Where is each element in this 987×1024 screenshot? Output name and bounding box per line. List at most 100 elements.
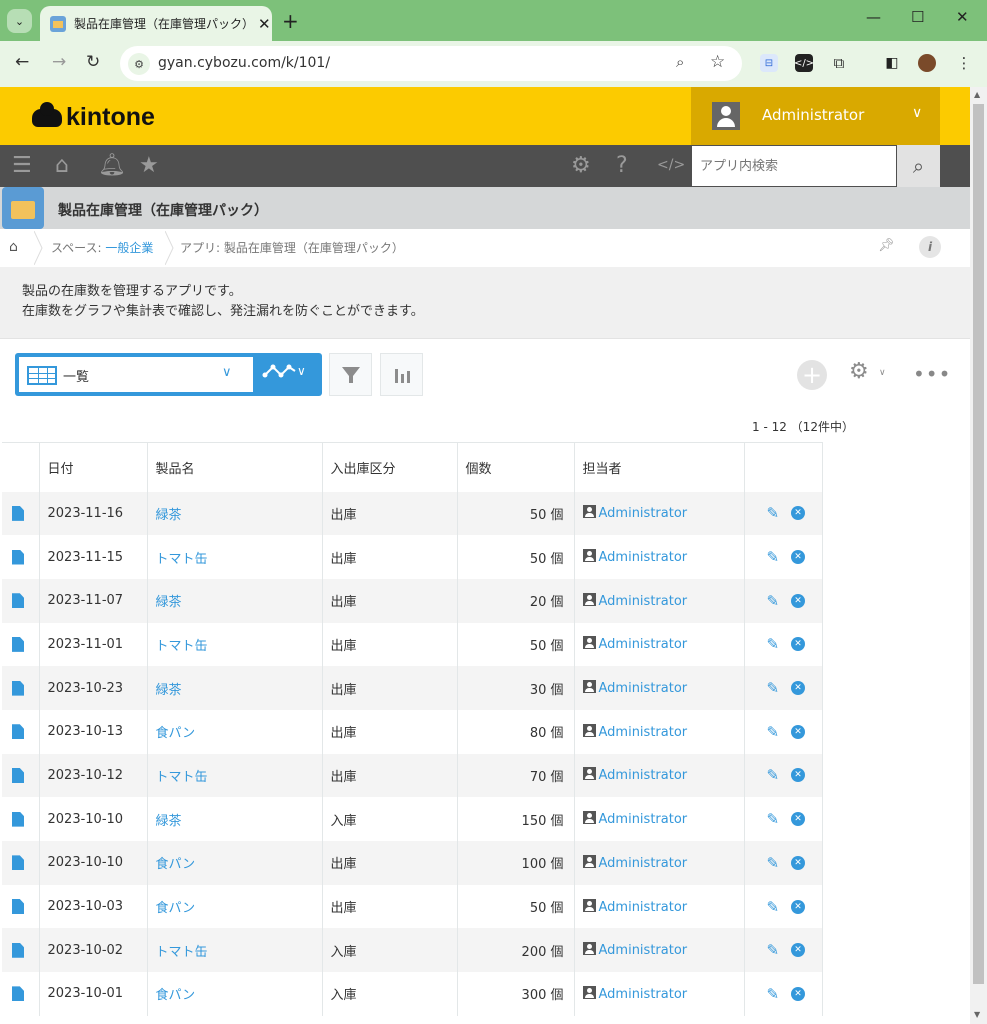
browser-menu-icon[interactable]: ⋮ (955, 54, 973, 72)
info-icon[interactable]: i (919, 236, 941, 258)
maximize-button[interactable]: ☐ (911, 8, 924, 26)
assignee-link[interactable]: Administrator (599, 812, 688, 827)
delete-icon[interactable]: ✕ (791, 724, 806, 739)
menu-icon[interactable]: ☰ (12, 153, 32, 178)
favorites-star-icon[interactable]: ★ (139, 153, 159, 178)
delete-icon[interactable]: ✕ (791, 899, 806, 914)
assignee-link[interactable]: Administrator (599, 987, 688, 1002)
notification-bell-icon[interactable]: 🔔︎ (98, 153, 126, 178)
delete-icon[interactable]: ✕ (791, 593, 806, 608)
address-bar[interactable]: ⚙ gyan.cybozu.com/k/101/ ⌕ ☆ (120, 46, 742, 81)
product-link[interactable]: 食パン (156, 726, 196, 741)
delete-icon[interactable]: ✕ (791, 812, 806, 827)
edit-pencil-icon[interactable]: ✎ (767, 592, 780, 610)
user-menu[interactable]: Administrator ∨ (691, 87, 940, 145)
graph-icon[interactable] (262, 361, 298, 386)
more-options-icon[interactable]: ••• (913, 362, 951, 386)
graph-chevron-down-icon[interactable]: ∨ (297, 364, 306, 378)
record-detail-icon[interactable] (12, 855, 24, 871)
assignee-link[interactable]: Administrator (599, 681, 688, 696)
delete-icon[interactable]: ✕ (791, 943, 806, 958)
app-search-input[interactable] (692, 146, 882, 186)
settings-chevron-down-icon[interactable]: ∨ (879, 368, 886, 378)
record-detail-icon[interactable] (12, 899, 24, 915)
close-window-button[interactable]: ✕ (956, 8, 969, 26)
product-link[interactable]: トマト缶 (156, 945, 208, 960)
edit-pencil-icon[interactable]: ✎ (767, 941, 780, 959)
delete-icon[interactable]: ✕ (791, 855, 806, 870)
assignee-link[interactable]: Administrator (599, 637, 688, 652)
assignee-link[interactable]: Administrator (599, 900, 688, 915)
pin-icon[interactable]: 📌︎ (878, 238, 895, 253)
header-assignee[interactable]: 担当者 (573, 442, 744, 492)
delete-icon[interactable]: ✕ (791, 550, 806, 565)
record-detail-icon[interactable] (12, 986, 24, 1002)
edit-pencil-icon[interactable]: ✎ (767, 679, 780, 697)
product-link[interactable]: 緑茶 (156, 508, 182, 523)
view-dropdown[interactable]: 一覧 ∨ (19, 357, 253, 392)
edit-pencil-icon[interactable]: ✎ (767, 810, 780, 828)
header-type[interactable]: 入出庫区分 (321, 442, 457, 492)
delete-icon[interactable]: ✕ (791, 986, 806, 1001)
side-panel-icon[interactable]: ◧ (883, 54, 901, 72)
edit-pencil-icon[interactable]: ✎ (767, 635, 780, 653)
new-tab-button[interactable]: + (282, 9, 299, 33)
filter-button[interactable] (329, 353, 372, 396)
edit-pencil-icon[interactable]: ✎ (767, 723, 780, 741)
product-link[interactable]: 食パン (156, 988, 196, 1003)
api-code-icon[interactable]: </> (657, 157, 685, 173)
record-detail-icon[interactable] (12, 593, 24, 609)
app-settings-gear-icon[interactable]: ⚙ (849, 359, 869, 384)
delete-icon[interactable]: ✕ (791, 637, 806, 652)
scrollbar-thumb[interactable] (973, 104, 984, 984)
header-quantity[interactable]: 個数 (456, 442, 574, 492)
product-link[interactable]: トマト缶 (156, 770, 208, 785)
product-link[interactable]: 緑茶 (156, 814, 182, 829)
edit-pencil-icon[interactable]: ✎ (767, 985, 780, 1003)
record-detail-icon[interactable] (12, 636, 24, 652)
scroll-down-arrow-icon[interactable]: ▼ (974, 1010, 980, 1019)
record-detail-icon[interactable] (12, 942, 24, 958)
header-product[interactable]: 製品名 (146, 442, 322, 492)
minimize-button[interactable]: — (866, 8, 881, 26)
chart-button[interactable] (380, 353, 423, 396)
record-detail-icon[interactable] (12, 811, 24, 827)
header-date[interactable]: 日付 (38, 442, 147, 492)
kintone-logo[interactable]: kintone (32, 101, 155, 132)
back-button[interactable]: ← (15, 52, 29, 72)
assignee-link[interactable]: Administrator (599, 550, 688, 565)
record-detail-icon[interactable] (12, 767, 24, 783)
record-detail-icon[interactable] (12, 505, 24, 521)
product-link[interactable]: トマト缶 (156, 552, 208, 567)
edit-pencil-icon[interactable]: ✎ (767, 766, 780, 784)
tab-search-button[interactable]: ⌄ (7, 9, 32, 33)
devtools-extension-icon[interactable]: </> (794, 54, 814, 72)
edit-pencil-icon[interactable]: ✎ (767, 898, 780, 916)
settings-gear-icon[interactable]: ⚙ (571, 153, 591, 178)
product-link[interactable]: 食パン (156, 901, 196, 916)
reload-button[interactable]: ↻ (86, 52, 100, 72)
zoom-icon[interactable]: ⌕ (676, 53, 684, 71)
delete-icon[interactable]: ✕ (791, 768, 806, 783)
scroll-up-arrow-icon[interactable]: ▲ (974, 90, 980, 99)
product-link[interactable]: 緑茶 (156, 595, 182, 610)
product-link[interactable]: トマト缶 (156, 639, 208, 654)
delete-icon[interactable]: ✕ (791, 681, 806, 696)
site-info-icon[interactable]: ⚙ (128, 53, 150, 75)
search-button[interactable]: ⌕ (897, 145, 940, 187)
assignee-link[interactable]: Administrator (599, 856, 688, 871)
help-icon[interactable]: ? (616, 153, 628, 178)
breadcrumb-space-link[interactable]: 一般企業 (105, 241, 153, 255)
record-detail-icon[interactable] (12, 549, 24, 565)
record-detail-icon[interactable] (12, 680, 24, 696)
product-link[interactable]: 緑茶 (156, 683, 182, 698)
edit-pencil-icon[interactable]: ✎ (767, 504, 780, 522)
bookmark-star-icon[interactable]: ☆ (710, 52, 725, 72)
extensions-puzzle-icon[interactable]: ⧉ (830, 54, 848, 72)
assignee-link[interactable]: Administrator (599, 725, 688, 740)
profile-avatar[interactable] (918, 54, 936, 72)
extension-icon[interactable]: ⊟ (760, 54, 778, 72)
assignee-link[interactable]: Administrator (599, 594, 688, 609)
delete-icon[interactable]: ✕ (791, 506, 806, 521)
browser-tab[interactable]: 製品在庫管理（在庫管理パック） ✕ (40, 6, 272, 41)
